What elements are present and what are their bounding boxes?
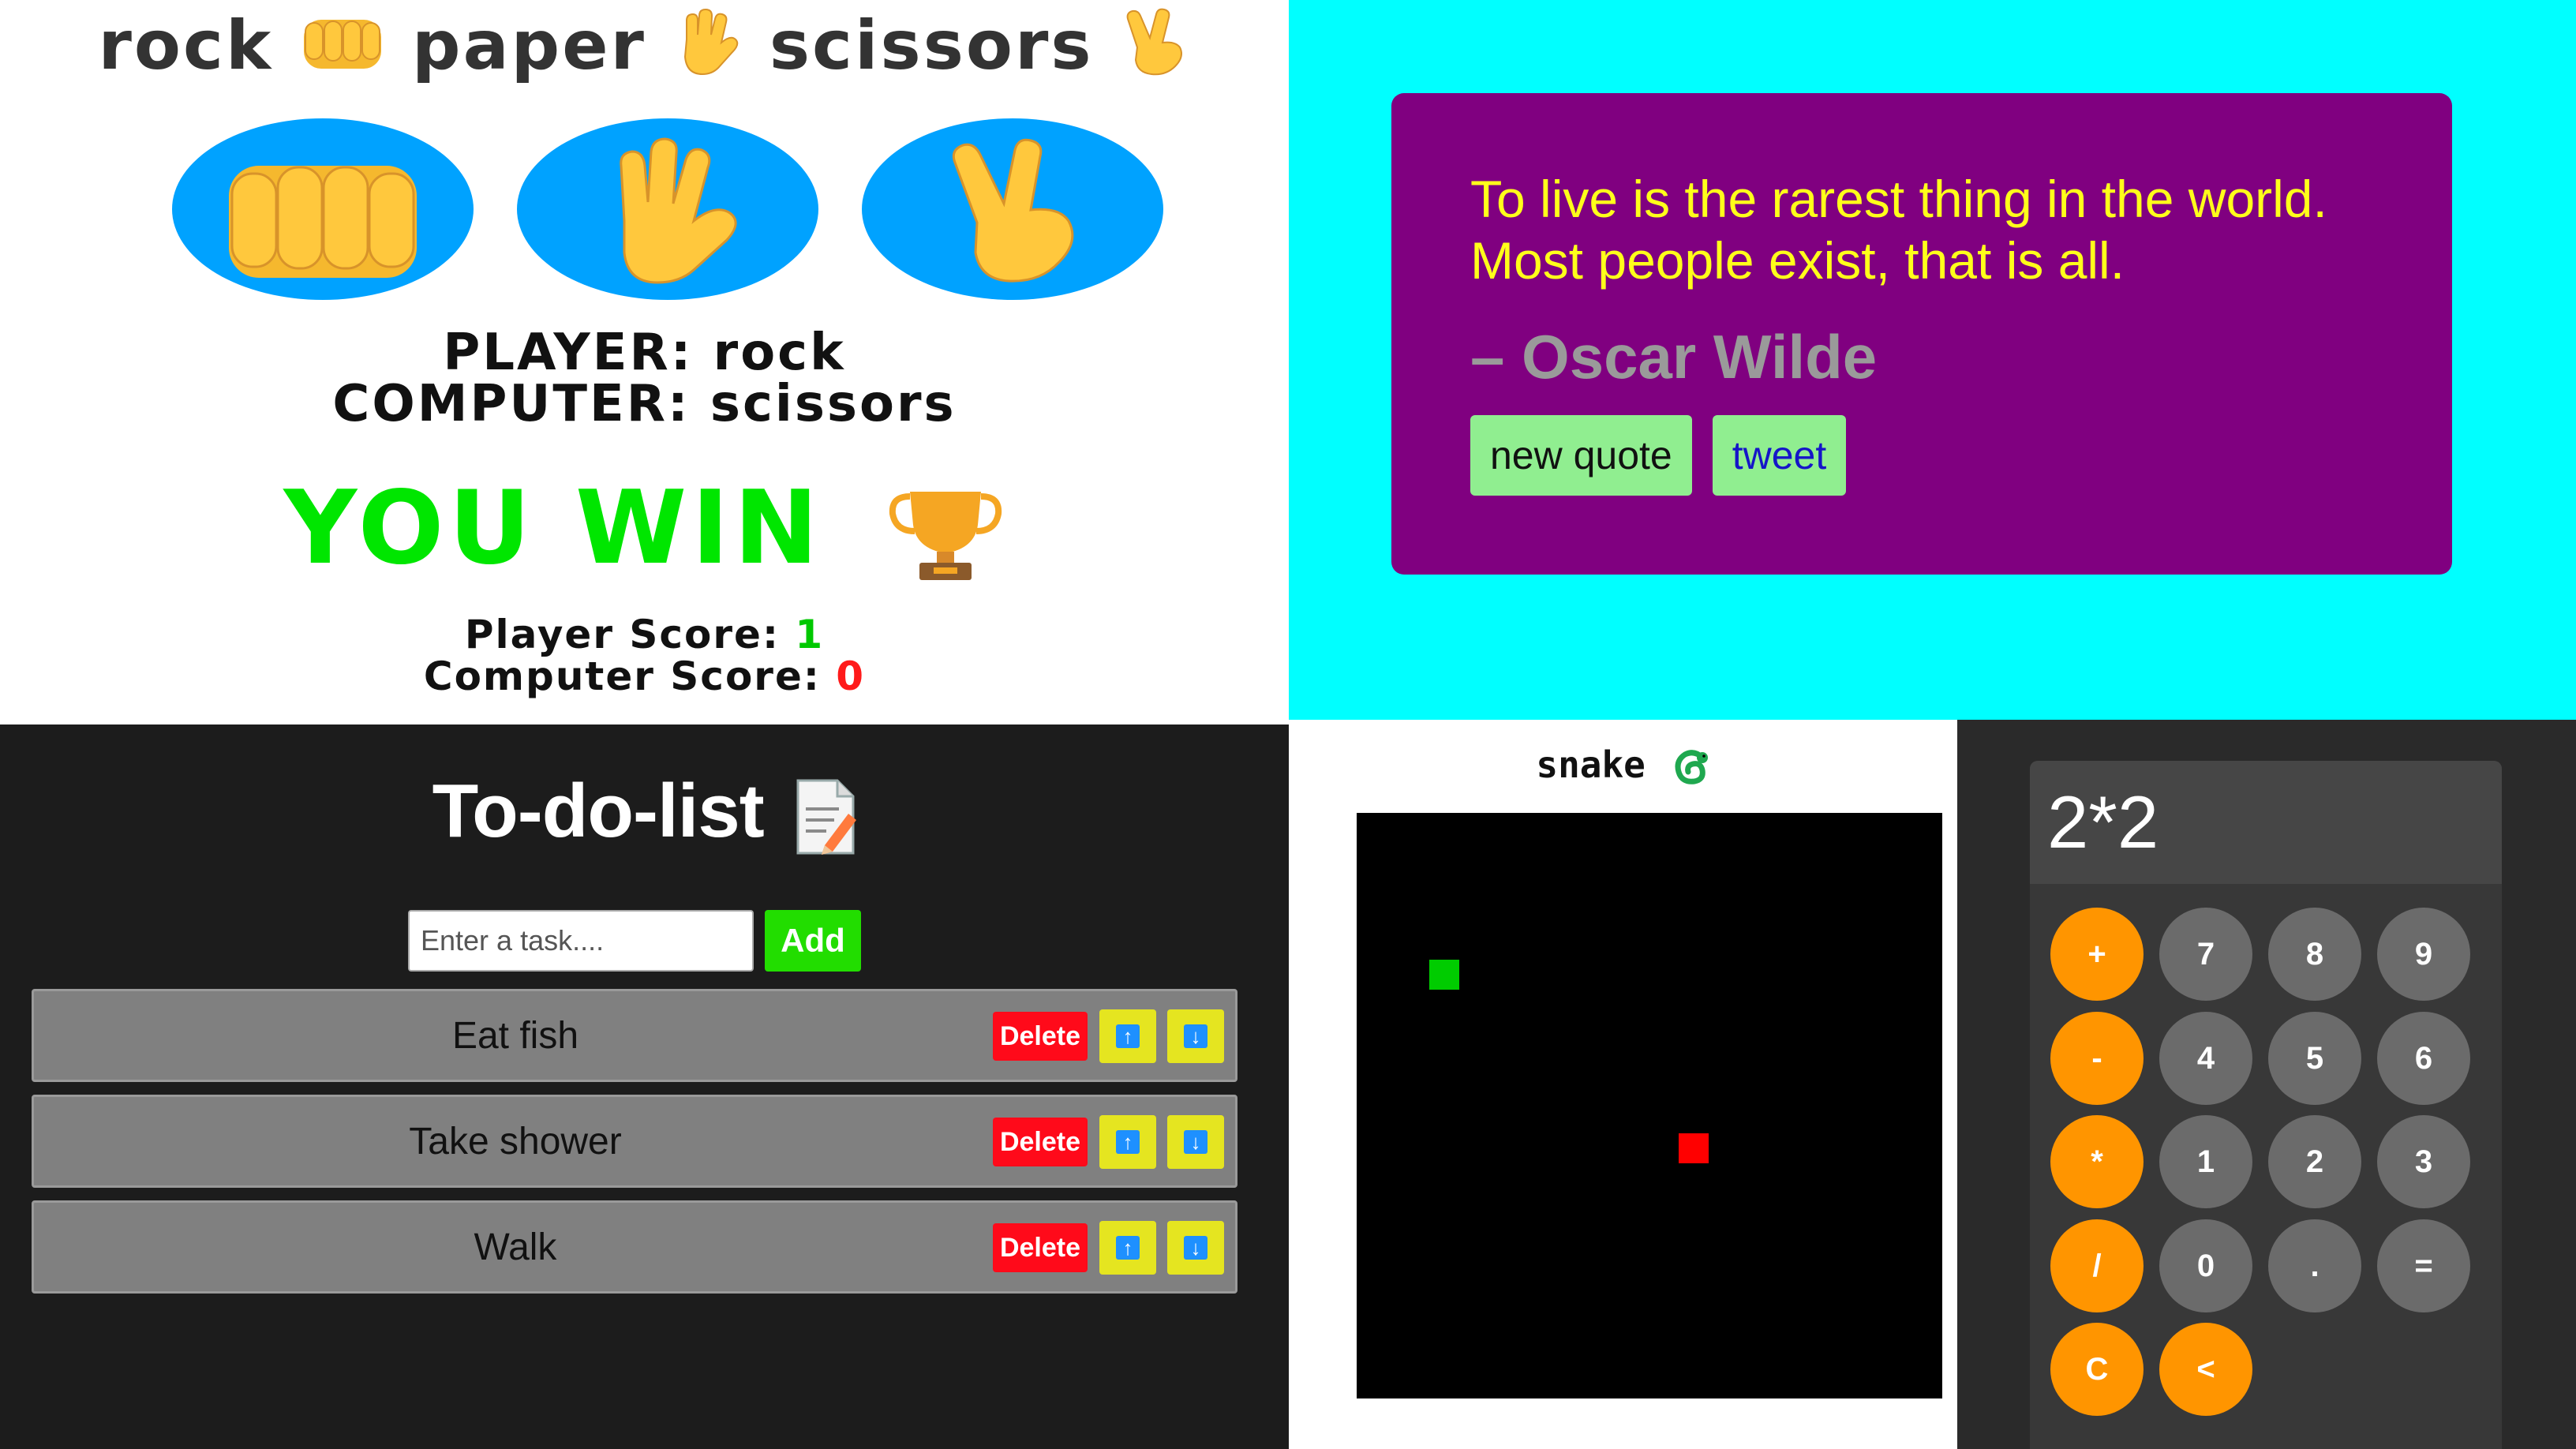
game-board[interactable] — [1357, 813, 1942, 1398]
move-up-button[interactable]: ↑ — [1099, 1221, 1156, 1275]
task-text: Eat fish — [451, 1014, 579, 1057]
key-5[interactable]: 5 — [2268, 1012, 2361, 1105]
key-multiply[interactable]: * — [2050, 1115, 2144, 1208]
title-word-paper: paper — [412, 6, 646, 85]
move-up-button[interactable]: ↑ — [1099, 1115, 1156, 1169]
todo-title: To-do-list — [0, 768, 1289, 856]
fist-icon — [299, 11, 386, 90]
key-8[interactable]: 8 — [2268, 908, 2361, 1001]
result-text: YOU WIN — [283, 470, 823, 587]
victory-hand-icon — [1120, 8, 1191, 92]
up-arrow-icon: ↑ — [1116, 1024, 1140, 1048]
calculator-panel: 2*2 + 7 8 9 - 4 5 6 * 1 2 3 / 0 . = C < — [1957, 720, 2576, 1449]
quote-panel: To live is the rarest thing in the world… — [1289, 0, 2576, 720]
snake-icon — [1675, 749, 1708, 784]
player-choice: rock — [713, 324, 846, 382]
add-task-row: Add — [408, 910, 861, 972]
victory-hand-icon — [952, 138, 1074, 283]
key-clear[interactable]: C — [2050, 1323, 2144, 1416]
task-text: Take shower — [409, 1120, 622, 1163]
todo-panel: To-do-list Add Eat fish Delete ↑ ↓ Take … — [0, 724, 1289, 1449]
quote-author: – Oscar Wilde — [1470, 322, 1878, 391]
task-input[interactable] — [408, 910, 754, 972]
task-item-take-shower: Take shower Delete ↑ ↓ — [32, 1095, 1237, 1188]
title-word-scissors: scissors — [769, 6, 1094, 85]
key-decimal[interactable]: . — [2268, 1219, 2361, 1312]
add-button[interactable]: Add — [765, 910, 861, 972]
down-arrow-icon: ↓ — [1184, 1024, 1208, 1048]
quote-card: To live is the rarest thing in the world… — [1391, 93, 2452, 575]
tweet-button[interactable]: tweet — [1712, 415, 1847, 496]
calculator-display: 2*2 — [2030, 761, 2502, 884]
key-2[interactable]: 2 — [2268, 1115, 2361, 1208]
computer-choice: scissors — [710, 375, 957, 433]
key-backspace[interactable]: < — [2159, 1323, 2252, 1416]
computer-label: COMPUTER: — [332, 375, 691, 433]
hand-icon — [620, 137, 737, 284]
key-divide[interactable]: / — [2050, 1219, 2144, 1312]
rps-choices — [172, 118, 1163, 300]
paper-button[interactable] — [517, 118, 818, 300]
player-choice-line: PLAYER: rock — [0, 324, 1289, 382]
up-arrow-icon: ↑ — [1116, 1236, 1140, 1260]
computer-score-label: Computer Score: — [423, 653, 821, 699]
new-quote-button[interactable]: new quote — [1470, 415, 1692, 496]
scissors-button[interactable] — [862, 118, 1163, 300]
delete-button[interactable]: Delete — [993, 1012, 1088, 1061]
task-list: Eat fish Delete ↑ ↓ Take shower Delete ↑… — [32, 989, 1237, 1306]
key-3[interactable]: 3 — [2377, 1115, 2470, 1208]
player-label: PLAYER: — [443, 324, 694, 382]
task-item-walk: Walk Delete ↑ ↓ — [32, 1200, 1237, 1294]
result-banner: YOU WIN — [0, 470, 1289, 587]
todo-title-text: To-do-list — [432, 769, 765, 853]
computer-score-line: Computer Score: 0 — [0, 653, 1289, 699]
key-plus[interactable]: + — [2050, 908, 2144, 1001]
snake-segment — [1429, 960, 1459, 990]
down-arrow-icon: ↓ — [1184, 1236, 1208, 1260]
key-9[interactable]: 9 — [2377, 908, 2470, 1001]
delete-button[interactable]: Delete — [993, 1223, 1088, 1272]
key-0[interactable]: 0 — [2159, 1219, 2252, 1312]
quote-text: To live is the rarest thing in the world… — [1470, 170, 2327, 290]
move-down-button[interactable]: ↓ — [1167, 1115, 1224, 1169]
computer-score-value: 0 — [836, 653, 866, 699]
rock-button[interactable] — [172, 118, 474, 300]
key-4[interactable]: 4 — [2159, 1012, 2252, 1105]
food-item — [1679, 1133, 1709, 1163]
up-arrow-icon: ↑ — [1116, 1130, 1140, 1154]
snake-title: snake — [1289, 743, 1957, 788]
key-1[interactable]: 1 — [2159, 1115, 2252, 1208]
calculator: 2*2 + 7 8 9 - 4 5 6 * 1 2 3 / 0 . = C < — [2030, 761, 2502, 1449]
title-word-rock: rock — [98, 6, 274, 85]
move-down-button[interactable]: ↓ — [1167, 1221, 1224, 1275]
rps-title: rock paper scissors — [0, 6, 1289, 92]
trophy-icon — [889, 492, 1002, 581]
snake-title-text: snake — [1536, 743, 1646, 786]
key-minus[interactable]: - — [2050, 1012, 2144, 1105]
fist-icon — [229, 166, 417, 278]
task-text: Walk — [474, 1226, 557, 1268]
player-score-line: Player Score: 1 — [0, 612, 1289, 657]
player-score-value: 1 — [795, 612, 825, 657]
key-6[interactable]: 6 — [2377, 1012, 2470, 1105]
player-score-label: Player Score: — [464, 612, 780, 657]
move-up-button[interactable]: ↑ — [1099, 1009, 1156, 1063]
move-down-button[interactable]: ↓ — [1167, 1009, 1224, 1063]
rps-panel: rock paper scissors PLAYER: rock COMPUTE… — [0, 0, 1289, 724]
hand-icon — [672, 8, 743, 92]
delete-button[interactable]: Delete — [993, 1118, 1088, 1166]
snake-panel: snake — [1289, 720, 1957, 1449]
computer-choice-line: COMPUTER: scissors — [0, 375, 1289, 433]
memo-icon — [796, 779, 857, 855]
quote-buttons: new quote tweet — [1470, 415, 2373, 496]
key-equals[interactable]: = — [2377, 1219, 2470, 1312]
task-item-eat-fish: Eat fish Delete ↑ ↓ — [32, 989, 1237, 1082]
down-arrow-icon: ↓ — [1184, 1130, 1208, 1154]
key-7[interactable]: 7 — [2159, 908, 2252, 1001]
